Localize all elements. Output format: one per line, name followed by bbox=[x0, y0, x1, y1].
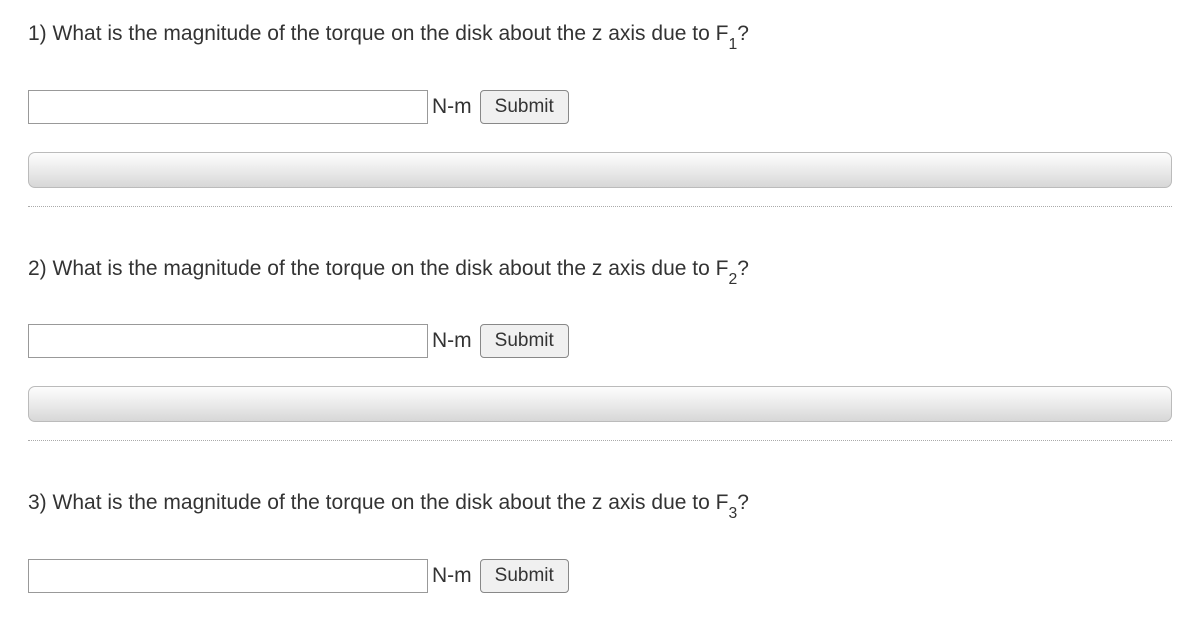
answer-input-2[interactable] bbox=[28, 324, 428, 358]
question-text-3: 3) What is the magnitude of the torque o… bbox=[28, 489, 1172, 521]
question-number: 2) bbox=[28, 257, 47, 280]
unit-label-1: N-m bbox=[432, 95, 472, 119]
divider-1 bbox=[28, 206, 1172, 207]
answer-input-1[interactable] bbox=[28, 90, 428, 124]
question-prompt-after: ? bbox=[737, 257, 749, 280]
question-subscript: 3 bbox=[728, 505, 737, 522]
answer-input-3[interactable] bbox=[28, 559, 428, 593]
feedback-bar-2 bbox=[28, 386, 1172, 422]
question-prompt-before: What is the magnitude of the torque on t… bbox=[53, 257, 729, 280]
unit-label-2: N-m bbox=[432, 329, 472, 353]
question-prompt-after: ? bbox=[737, 491, 749, 514]
question-text-1: 1) What is the magnitude of the torque o… bbox=[28, 20, 1172, 52]
question-block-1: 1) What is the magnitude of the torque o… bbox=[28, 20, 1172, 207]
submit-button-1[interactable]: Submit bbox=[480, 90, 569, 124]
question-number: 1) bbox=[28, 22, 47, 45]
questions-container: 1) What is the magnitude of the torque o… bbox=[0, 0, 1200, 593]
question-prompt-before: What is the magnitude of the torque on t… bbox=[53, 491, 729, 514]
question-subscript: 2 bbox=[728, 271, 737, 288]
submit-button-3[interactable]: Submit bbox=[480, 559, 569, 593]
question-prompt-after: ? bbox=[737, 22, 749, 45]
question-block-2: 2) What is the magnitude of the torque o… bbox=[28, 255, 1172, 442]
submit-button-2[interactable]: Submit bbox=[480, 324, 569, 358]
question-number: 3) bbox=[28, 491, 47, 514]
feedback-bar-1 bbox=[28, 152, 1172, 188]
question-block-3: 3) What is the magnitude of the torque o… bbox=[28, 489, 1172, 593]
question-text-2: 2) What is the magnitude of the torque o… bbox=[28, 255, 1172, 287]
divider-2 bbox=[28, 440, 1172, 441]
unit-label-3: N-m bbox=[432, 564, 472, 588]
answer-row-1: N-m Submit bbox=[28, 90, 1172, 124]
question-subscript: 1 bbox=[728, 36, 737, 53]
answer-row-2: N-m Submit bbox=[28, 324, 1172, 358]
question-prompt-before: What is the magnitude of the torque on t… bbox=[53, 22, 729, 45]
answer-row-3: N-m Submit bbox=[28, 559, 1172, 593]
